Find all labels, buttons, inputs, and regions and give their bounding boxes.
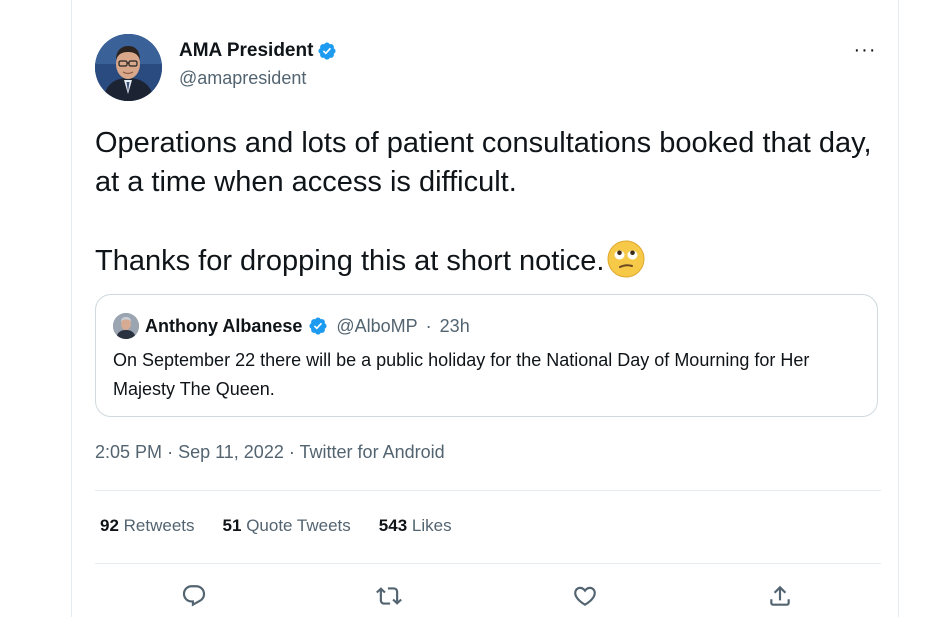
verified-badge-icon [317, 41, 337, 61]
tweet-time[interactable]: 2:05 PM [95, 442, 162, 462]
quoted-author-avatar[interactable] [113, 313, 139, 339]
quoted-meta-separator: · [425, 315, 432, 336]
share-icon [770, 585, 790, 606]
author-name-row[interactable]: AMA President [179, 40, 337, 62]
quote-tweets-count: 51 [222, 516, 242, 535]
author-name[interactable]: AMA President [179, 40, 313, 62]
retweet-icon [376, 587, 402, 605]
likes-stat[interactable]: 543 Likes [379, 516, 452, 536]
likes-label: Likes [411, 516, 452, 535]
frame-left-border [71, 0, 72, 617]
quoted-author-handle[interactable]: @AlboMP [336, 316, 417, 337]
reply-button[interactable] [180, 582, 208, 610]
tweet-paragraph-2-text: Thanks for dropping this at short notice… [95, 245, 605, 277]
engagement-stats: 92 Retweets 51 Quote Tweets 543 Likes [100, 516, 452, 536]
timestamp-separator: · [167, 442, 174, 462]
tweet-timestamp-row: 2:05 PM · Sep 11, 2022 · Twitter for And… [95, 442, 445, 463]
share-button[interactable] [766, 582, 794, 610]
tweet-paragraph-2: Thanks for dropping this at short notice… [95, 239, 875, 281]
retweet-button[interactable] [375, 582, 403, 610]
like-button[interactable] [571, 582, 599, 610]
author-handle[interactable]: @amapresident [179, 68, 306, 89]
quoted-tweet-header: Anthony Albanese @AlboMP · 23h [113, 313, 470, 339]
retweets-stat[interactable]: 92 Retweets [100, 516, 195, 536]
tweet-source[interactable]: Twitter for Android [300, 442, 445, 462]
retweets-label: Retweets [123, 516, 195, 535]
quote-tweets-stat[interactable]: 51 Quote Tweets [223, 516, 351, 536]
tweet-text: Operations and lots of patient consultat… [95, 124, 875, 281]
more-horizontal-icon: ··· [853, 38, 877, 61]
timestamp-separator: · [288, 442, 295, 462]
tweet-paragraph-1: Operations and lots of patient consultat… [95, 127, 872, 198]
quoted-tweet-card[interactable]: Anthony Albanese @AlboMP · 23h On Septem… [95, 294, 878, 417]
likes-count: 543 [378, 516, 408, 535]
frame-right-border [898, 0, 899, 617]
reply-icon [182, 585, 206, 607]
quoted-tweet-time[interactable]: 23h [440, 316, 470, 337]
more-options-button[interactable]: ··· [851, 38, 879, 62]
quoted-author-name[interactable]: Anthony Albanese [145, 316, 302, 337]
like-icon [574, 586, 596, 606]
author-avatar[interactable] [95, 34, 162, 101]
avatar-portrait [95, 34, 162, 101]
verified-badge-icon [308, 316, 328, 336]
retweets-count: 92 [100, 516, 119, 535]
face-with-rolling-eyes-emoji [606, 239, 646, 279]
divider [95, 490, 881, 491]
tweet-date[interactable]: Sep 11, 2022 [178, 442, 284, 462]
quote-tweets-label: Quote Tweets [246, 516, 351, 535]
quoted-tweet-text: On September 22 there will be a public h… [113, 350, 810, 399]
divider [95, 563, 881, 564]
